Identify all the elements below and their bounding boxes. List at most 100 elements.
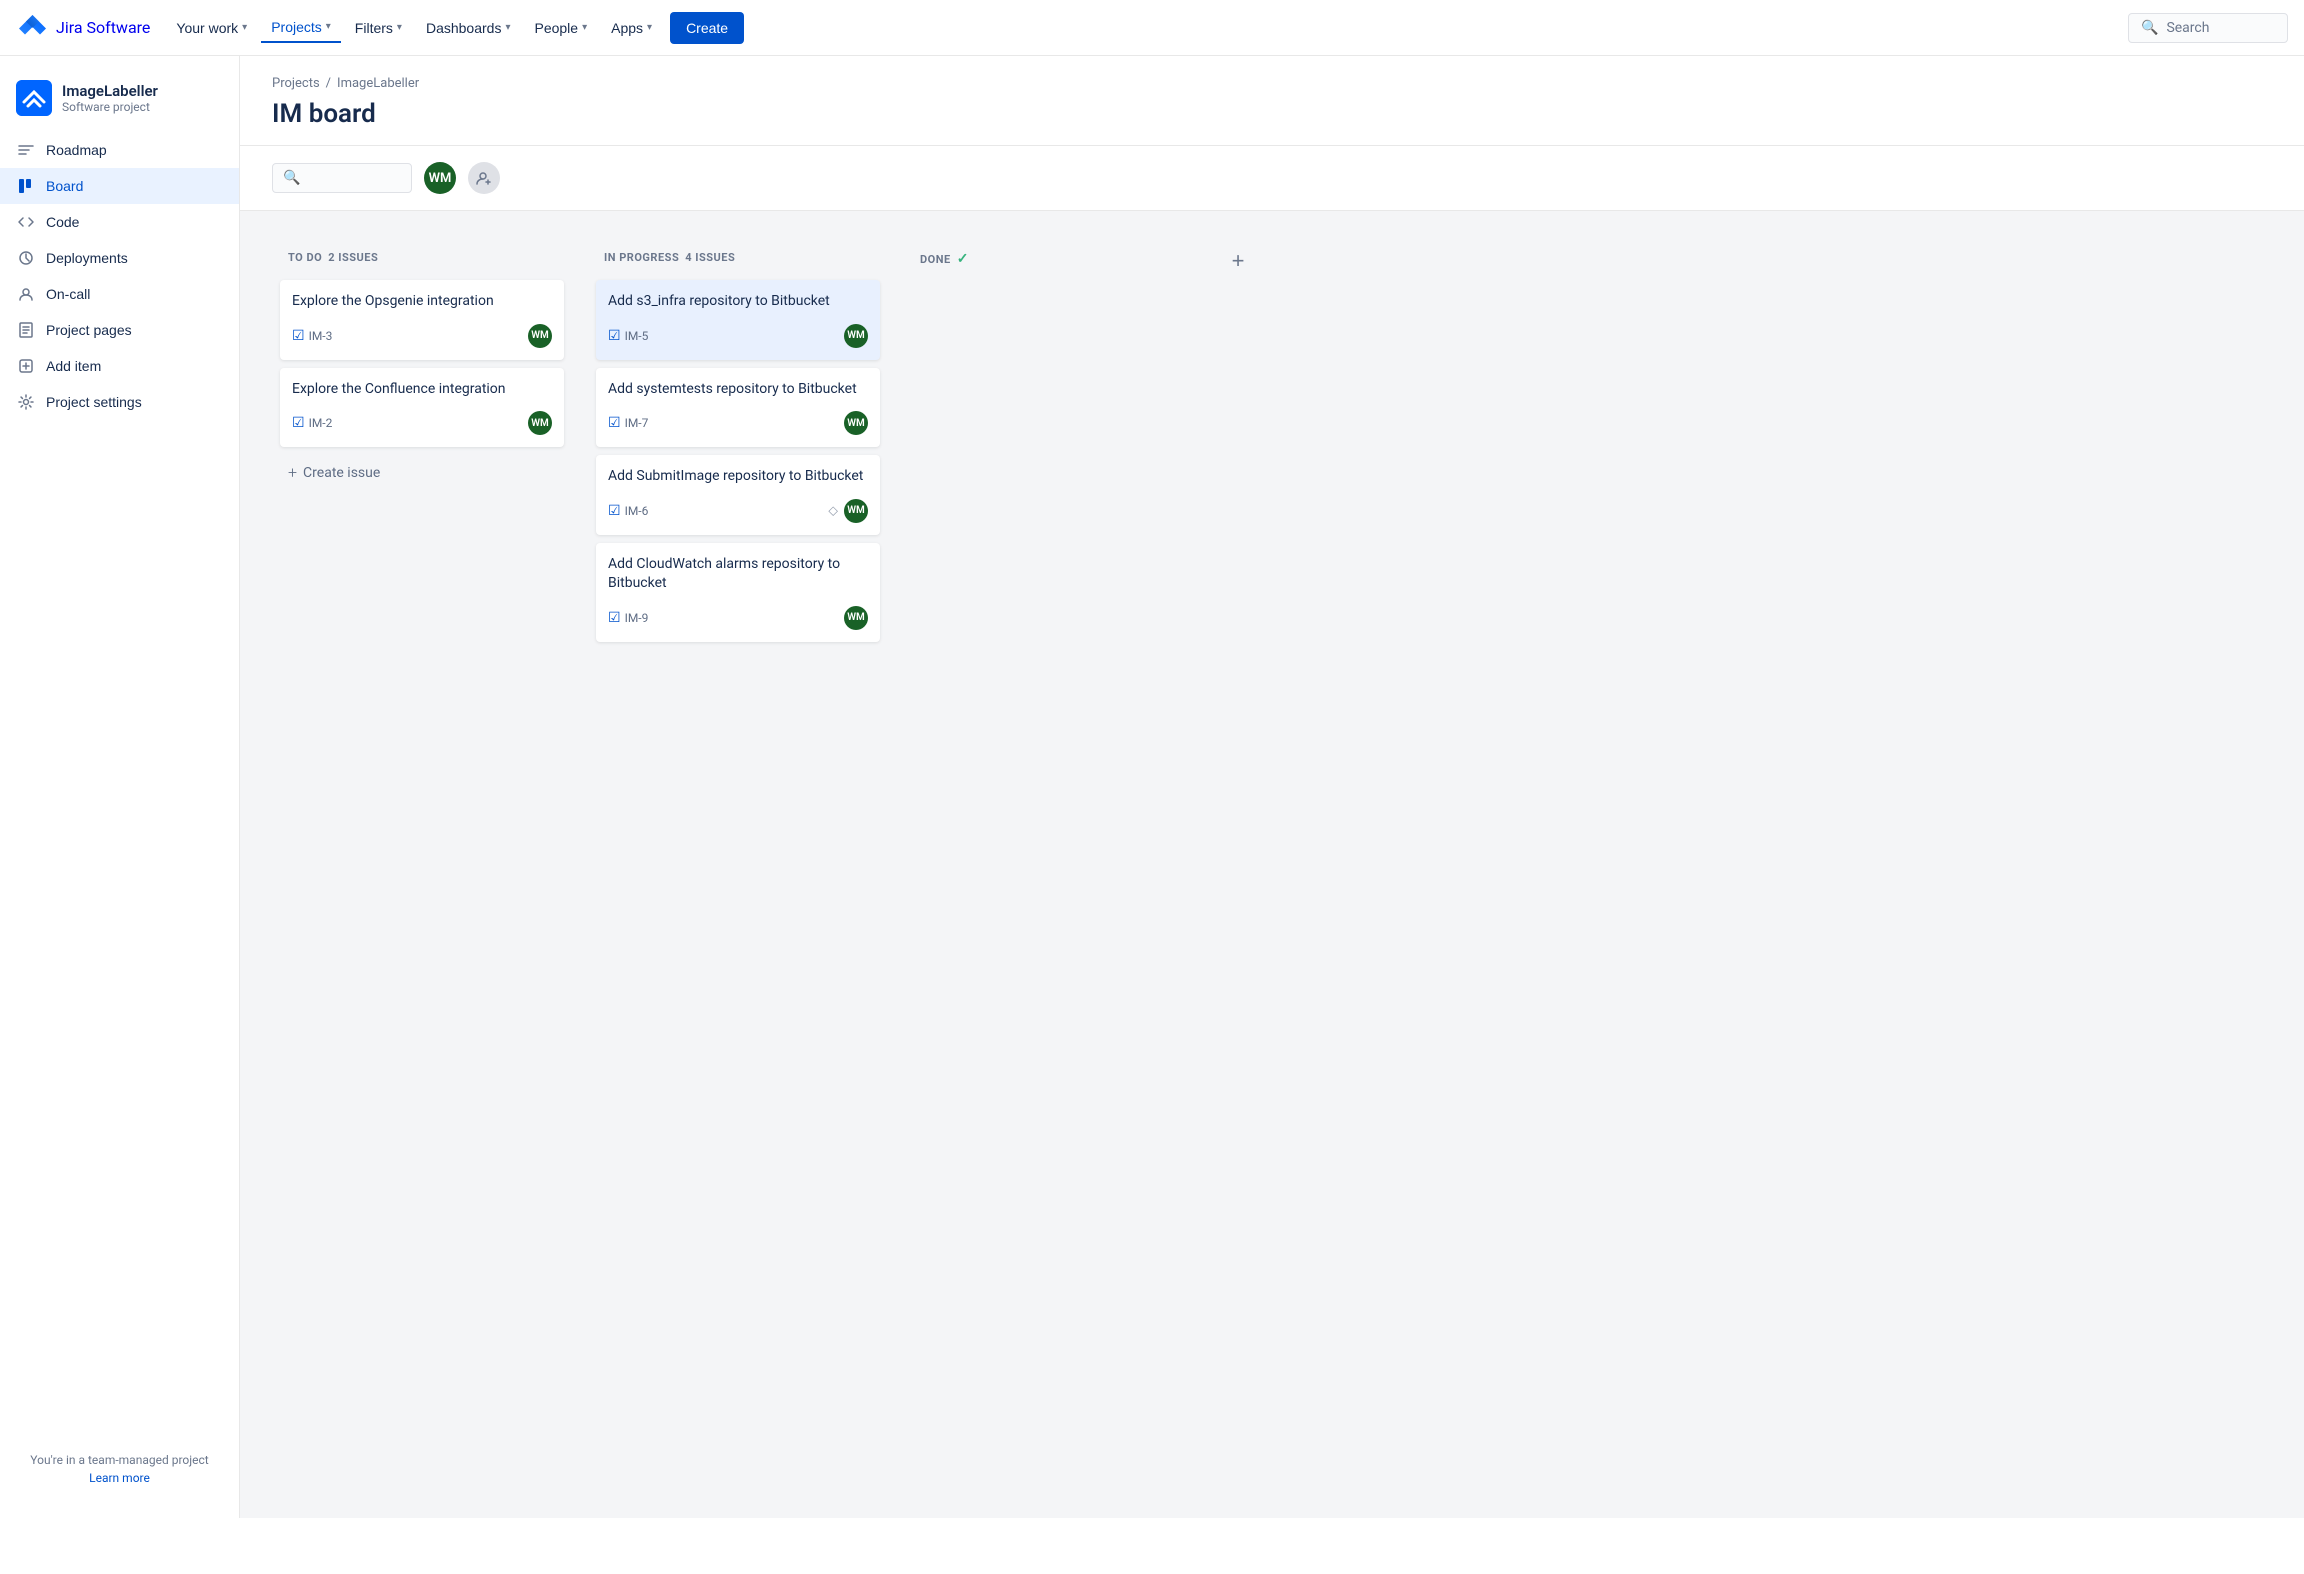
avatar-wm-card: WM [528,411,552,435]
nav-filters[interactable]: Filters ▾ [345,14,412,42]
team-managed-text: You're in a team-managed project [16,1453,223,1467]
deployments-icon [16,248,36,268]
avatar-wm-card: WM [844,606,868,630]
breadcrumb-current[interactable]: ImageLabeller [337,76,419,91]
project-pages-icon [16,320,36,340]
sidebar-footer: You're in a team-managed project Learn m… [0,1437,239,1502]
on-call-icon [16,284,36,304]
sidebar: ImageLabeller Software project Roadmap B… [0,56,240,1518]
column-done: DONE ✓ [904,235,1204,287]
card-im3-issue: ☑ IM-3 [292,328,332,344]
chevron-down-icon: ▾ [505,22,510,33]
card-im3-title: Explore the Opsgenie integration [292,292,552,312]
avatar-wm-card: WM [844,324,868,348]
jira-logo[interactable]: Jira Software [16,12,150,44]
search-icon: 🔍 [283,170,300,186]
card-im2-issue: ☑ IM-2 [292,415,332,431]
sidebar-item-project-pages[interactable]: Project pages [0,312,239,348]
project-name: ImageLabeller [62,82,158,100]
avatar-wm-card: WM [844,499,868,523]
chevron-down-icon: ▾ [582,22,587,33]
sidebar-item-on-call[interactable]: On-call [0,276,239,312]
column-inprogress-title: IN PROGRESS 4 ISSUES [604,251,735,264]
plus-icon: + [288,463,297,482]
checkbox-icon: ☑ [292,415,305,431]
roadmap-icon [16,140,36,160]
sidebar-item-deployments[interactable]: Deployments [0,240,239,276]
project-type: Software project [62,100,158,114]
card-im5[interactable]: Add s3_infra repository to Bitbucket ☑ I… [596,280,880,360]
checkbox-icon: ☑ [608,328,621,344]
nav-people[interactable]: People ▾ [524,14,597,42]
breadcrumb-separator: / [326,76,331,91]
column-done-header: DONE ✓ [912,247,1196,271]
learn-more-link[interactable]: Learn more [89,1471,150,1485]
column-todo-header: TO DO 2 ISSUES [280,247,564,268]
search-placeholder: Search [2166,20,2209,36]
card-im5-title: Add s3_infra repository to Bitbucket [608,292,868,312]
card-im9[interactable]: Add CloudWatch alarms repository to Bitb… [596,543,880,642]
logo-text: Jira Software [56,18,150,37]
card-im6-title: Add SubmitImage repository to Bitbucket [608,467,868,487]
chevron-down-icon: ▾ [242,22,247,33]
card-im9-issue: ☑ IM-9 [608,610,648,626]
card-im2[interactable]: Explore the Confluence integration ☑ IM-… [280,368,564,448]
search-box[interactable]: 🔍 Search [2128,13,2288,43]
done-check-icon: ✓ [957,251,969,267]
sidebar-item-code[interactable]: Code [0,204,239,240]
avatar-wm-card: WM [528,324,552,348]
page-header: Projects / ImageLabeller IM board [240,56,2304,146]
nav-dashboards[interactable]: Dashboards ▾ [416,14,521,42]
sidebar-item-add-item[interactable]: Add item [0,348,239,384]
project-icon [16,80,52,116]
checkbox-icon: ☑ [608,610,621,626]
nav-projects[interactable]: Projects ▾ [261,13,341,43]
add-column-button[interactable]: + [1220,243,1256,279]
breadcrumb: Projects / ImageLabeller [272,76,2272,91]
board-icon [16,176,36,196]
create-issue-button[interactable]: + Create issue [280,455,564,490]
sidebar-item-roadmap[interactable]: Roadmap [0,132,239,168]
card-im6[interactable]: Add SubmitImage repository to Bitbucket … [596,455,880,535]
top-navigation: Jira Software Your work ▾ Projects ▾ Fil… [0,0,2304,56]
column-done-title: DONE ✓ [920,251,969,267]
chevron-down-icon: ▾ [397,22,402,33]
create-button[interactable]: Create [670,12,744,44]
project-header: ImageLabeller Software project [0,72,239,132]
sidebar-item-project-settings[interactable]: Project settings [0,384,239,420]
chevron-down-icon: ▾ [647,22,652,33]
app-layout: ImageLabeller Software project Roadmap B… [0,56,2304,1518]
card-im2-title: Explore the Confluence integration [292,380,552,400]
code-icon [16,212,36,232]
main-content: Projects / ImageLabeller IM board 🔍 WM T… [240,56,2304,1518]
column-todo-title: TO DO 2 ISSUES [288,251,378,264]
card-im3[interactable]: Explore the Opsgenie integration ☑ IM-3 … [280,280,564,360]
checkbox-icon: ☑ [608,415,621,431]
add-assignee-button[interactable] [468,162,500,194]
checkbox-icon: ☑ [292,328,305,344]
card-im7-title: Add systemtests repository to Bitbucket [608,380,868,400]
column-inprogress-header: IN PROGRESS 4 ISSUES [596,247,880,268]
column-inprogress: IN PROGRESS 4 ISSUES Add s3_infra reposi… [588,235,888,654]
nav-apps[interactable]: Apps ▾ [601,14,662,42]
board-toolbar: 🔍 WM [240,146,2304,211]
add-item-icon [16,356,36,376]
breadcrumb-projects[interactable]: Projects [272,76,320,91]
gear-icon [16,392,36,412]
pin-icon: ⬦ [828,503,838,519]
card-im7[interactable]: Add systemtests repository to Bitbucket … [596,368,880,448]
avatar-wm[interactable]: WM [424,162,456,194]
chevron-down-icon: ▾ [326,21,331,32]
board-columns: TO DO 2 ISSUES Explore the Opsgenie inte… [240,211,2304,1509]
search-icon: 🔍 [2141,20,2158,36]
sidebar-item-board[interactable]: Board [0,168,239,204]
nav-your-work[interactable]: Your work ▾ [166,14,257,42]
page-title: IM board [272,99,2272,129]
card-im5-issue: ☑ IM-5 [608,328,648,344]
card-im6-issue: ☑ IM-6 [608,503,648,519]
avatar-wm-card: WM [844,411,868,435]
board-search[interactable]: 🔍 [272,163,412,193]
card-im7-issue: ☑ IM-7 [608,415,648,431]
column-todo: TO DO 2 ISSUES Explore the Opsgenie inte… [272,235,572,502]
card-im9-title: Add CloudWatch alarms repository to Bitb… [608,555,868,594]
